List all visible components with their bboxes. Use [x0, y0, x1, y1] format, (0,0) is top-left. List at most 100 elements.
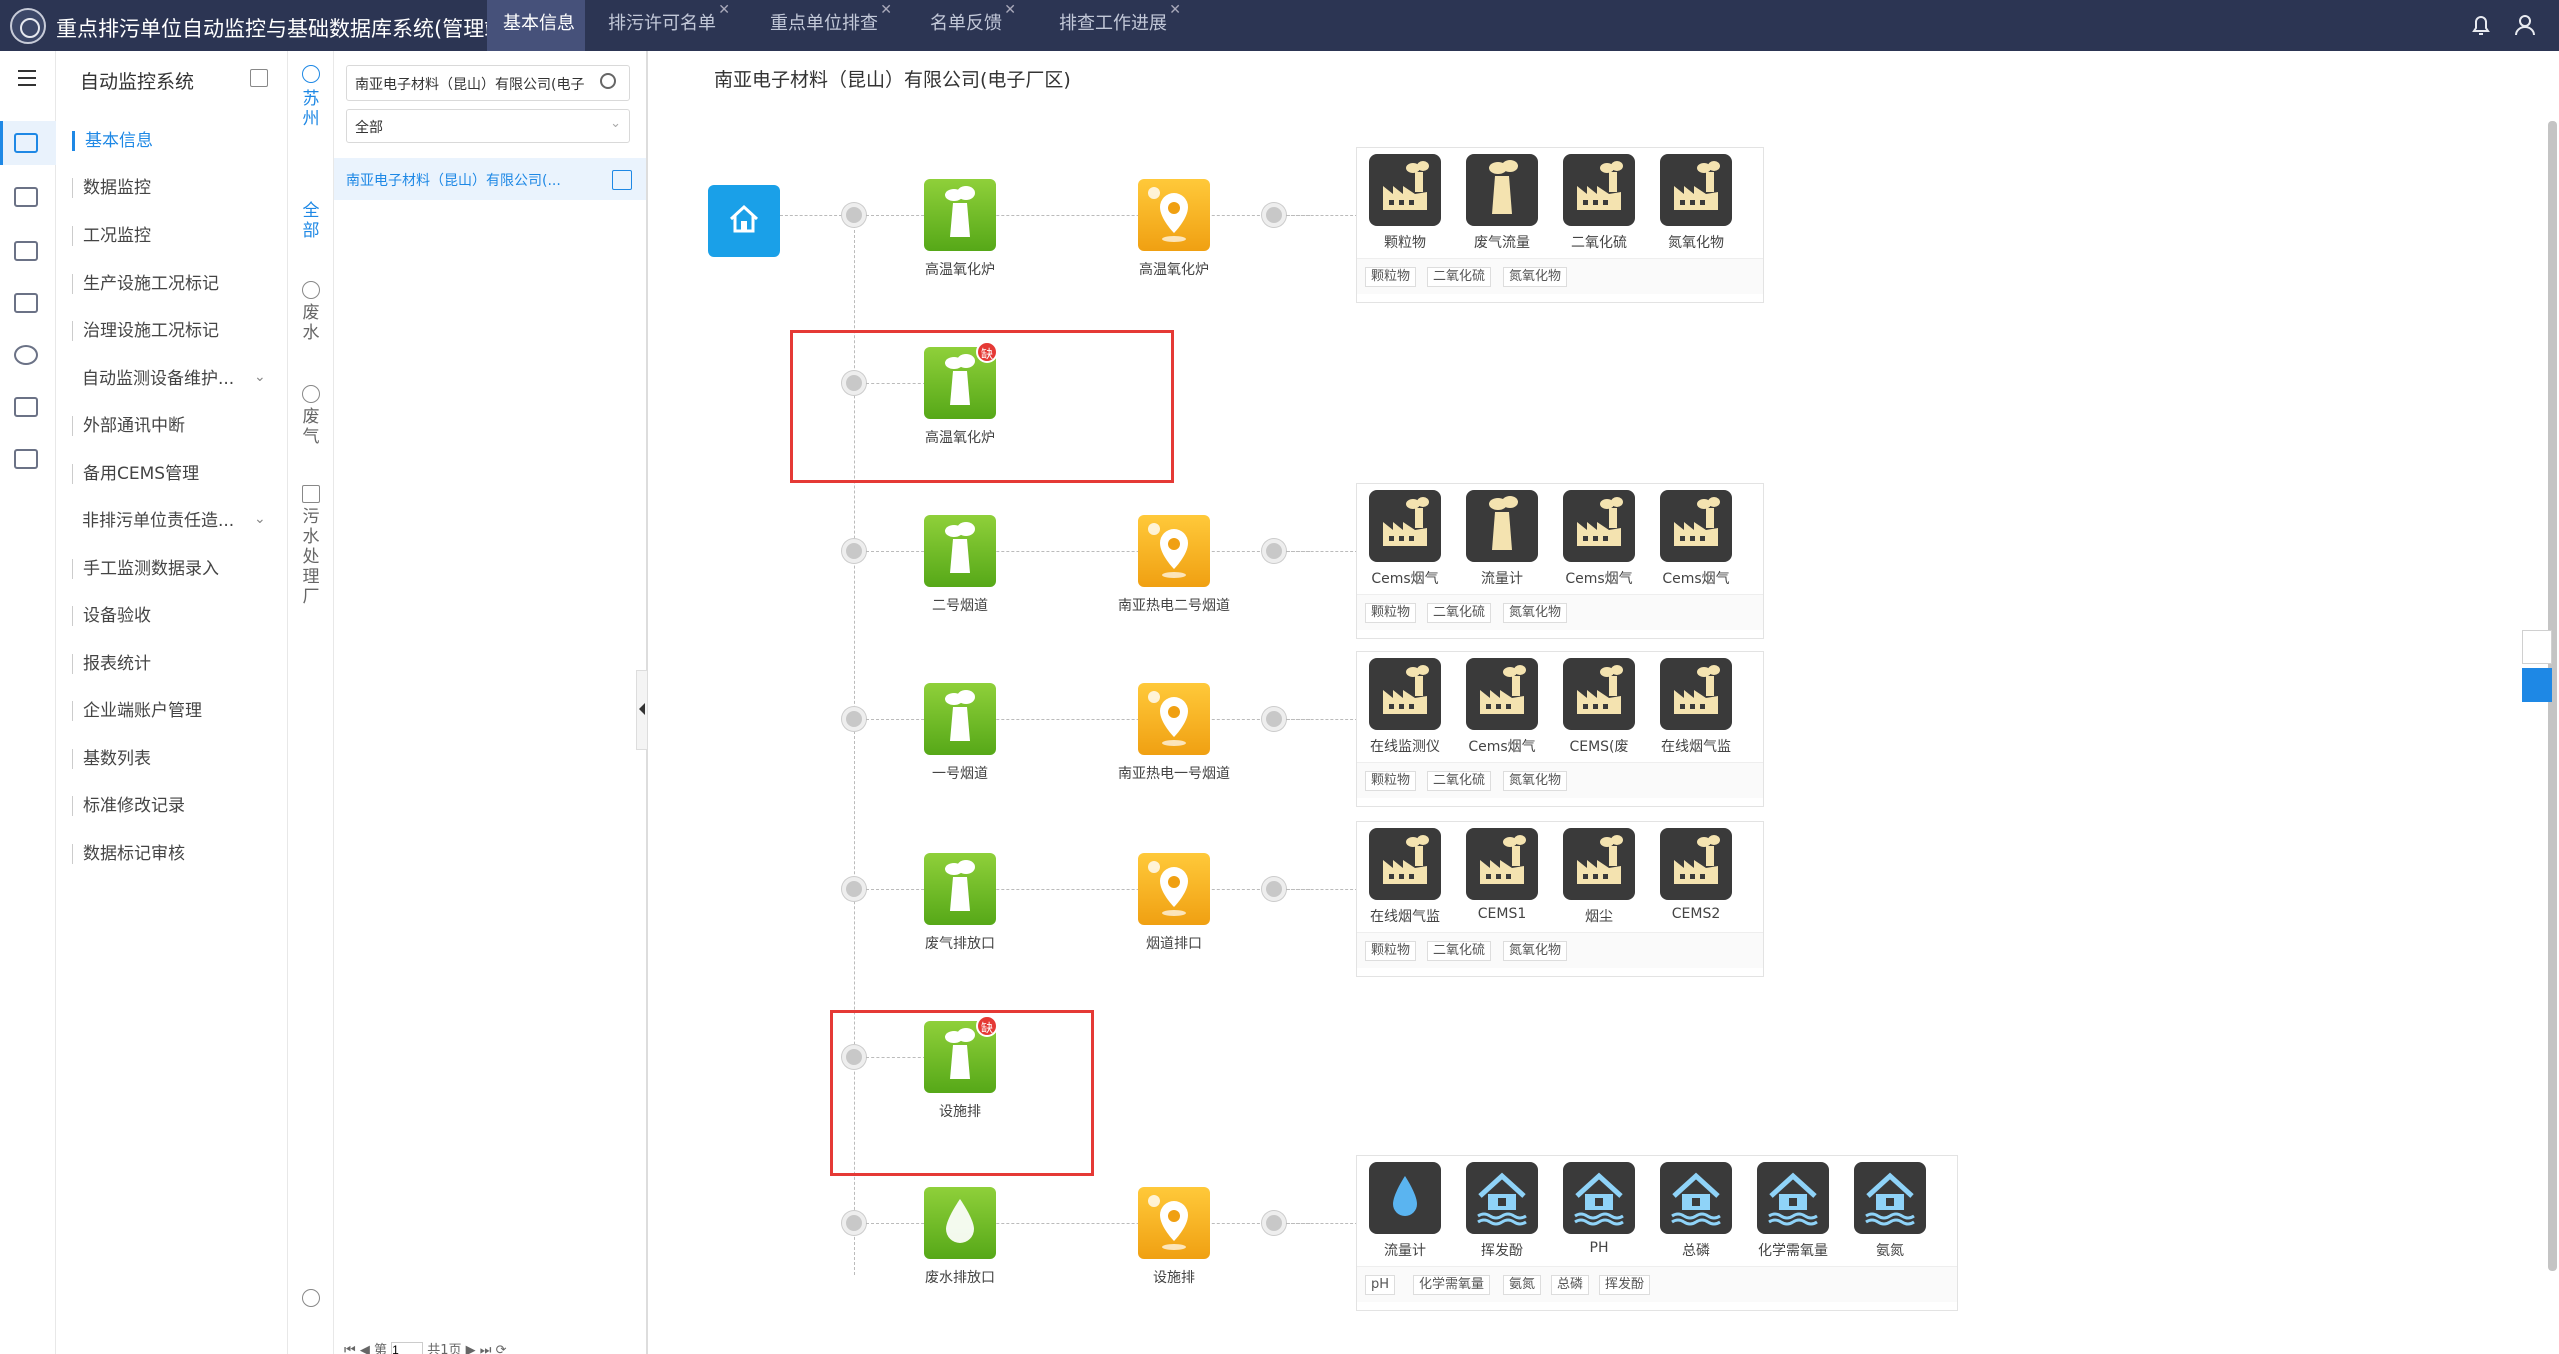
menu-item-base-list[interactable]: 基数列表 — [72, 749, 151, 769]
menu-item-condition-monitor[interactable]: 工况监控 — [72, 226, 151, 246]
grid-view-icon[interactable] — [2522, 668, 2552, 702]
outlet-node[interactable] — [1138, 853, 1210, 925]
close-icon[interactable]: ✕ — [880, 0, 892, 34]
flow-node-dot[interactable] — [842, 1211, 866, 1235]
page-input[interactable] — [391, 1342, 424, 1354]
factor-icon[interactable] — [1563, 490, 1635, 562]
factor-icon[interactable] — [1563, 658, 1635, 730]
menu-item-basic-info[interactable]: 基本信息 — [72, 131, 153, 151]
menu-item-data-monitor[interactable]: 数据监控 — [72, 178, 151, 198]
device-icon[interactable] — [14, 397, 38, 417]
flow-node-dot[interactable] — [842, 707, 866, 731]
flow-node-dot[interactable] — [842, 203, 866, 227]
menu-item-device-acceptance[interactable]: 设备验收 — [72, 606, 151, 626]
factor-icon[interactable] — [1466, 658, 1538, 730]
collapse-icon[interactable] — [250, 69, 268, 87]
outlet-node[interactable] — [1138, 179, 1210, 251]
region-city[interactable]: 苏州 — [302, 89, 320, 129]
collapse-splitter[interactable] — [636, 670, 648, 750]
filter-waste-gas[interactable]: 废气 — [302, 407, 320, 447]
menu-item-standard-changes[interactable]: 标准修改记录 — [72, 796, 185, 816]
settings-icon[interactable] — [14, 345, 38, 365]
factor-icon[interactable] — [1369, 154, 1441, 226]
flow-node-dot[interactable] — [1262, 877, 1286, 901]
flow-node-dot[interactable] — [842, 877, 866, 901]
filter-sewage-plant[interactable]: 污水处理厂 — [302, 507, 320, 607]
settings-icon[interactable] — [302, 1289, 320, 1307]
tab-basic-info[interactable]: 基本信息 — [487, 0, 585, 51]
list-item[interactable]: 南亚电子材料（昆山）有限公司(... — [334, 158, 646, 200]
factor-icon[interactable] — [1466, 1162, 1538, 1234]
factor-icon[interactable] — [1563, 154, 1635, 226]
outlet-node[interactable] — [1138, 683, 1210, 755]
location-icon — [302, 65, 320, 83]
top-bar: 重点排污单位自动监控与基础数据库系统(管理端) 基本信息 排污许可名单 ✕ 重点单… — [0, 0, 2559, 51]
filter-all[interactable]: 全部 — [302, 201, 320, 241]
menu-item-data-mark-review[interactable]: 数据标记审核 — [72, 844, 185, 864]
wastewater-source-node[interactable] — [924, 1187, 996, 1259]
tab-list-feedback[interactable]: 名单反馈 ✕ — [930, 0, 1016, 51]
factor-icon[interactable] — [1563, 828, 1635, 900]
enterprise-home-node[interactable] — [708, 185, 780, 257]
factor-icon[interactable] — [1369, 1162, 1441, 1234]
menu-item-account-management[interactable]: 企业端账户管理 — [72, 701, 202, 721]
factor-icon[interactable] — [1466, 828, 1538, 900]
type-select[interactable]: 全部 ⌄ — [346, 109, 630, 143]
factor-icon[interactable] — [1660, 154, 1732, 226]
menu-item-backup-cems[interactable]: 备用CEMS管理 — [72, 464, 199, 484]
factor-icon[interactable] — [1466, 154, 1538, 226]
flow-node-dot[interactable] — [1262, 1211, 1286, 1235]
filter-wastewater[interactable]: 废水 — [302, 303, 320, 343]
factor-icon[interactable] — [1466, 490, 1538, 562]
outlet-node[interactable] — [1138, 1187, 1210, 1259]
detail-icon[interactable] — [612, 170, 632, 190]
flow-node-dot[interactable] — [842, 539, 866, 563]
user-icon[interactable] — [2510, 10, 2540, 40]
close-icon[interactable]: ✕ — [718, 0, 730, 34]
search-doc-icon[interactable] — [14, 241, 38, 261]
tab-key-unit-check[interactable]: 重点单位排查 ✕ — [770, 0, 892, 51]
menu-item-non-unit-responsibility[interactable]: 非排污单位责任造... ⌄ — [72, 511, 266, 531]
factor-icon[interactable] — [1660, 490, 1732, 562]
factor-icon[interactable] — [1854, 1162, 1926, 1234]
factor-icon[interactable] — [1660, 828, 1732, 900]
chart-icon[interactable] — [14, 133, 38, 153]
search-icon[interactable] — [600, 73, 616, 89]
menu-item-report-stats[interactable]: 报表统计 — [72, 654, 151, 674]
menu-item-comm-interrupt[interactable]: 外部通讯中断 — [72, 416, 185, 436]
bell-icon[interactable] — [2466, 10, 2496, 40]
chimney-source-node[interactable] — [924, 853, 996, 925]
tab-permit-list[interactable]: 排污许可名单 ✕ — [608, 0, 730, 51]
chimney-source-node[interactable] — [924, 515, 996, 587]
menu-item-treatment-mark[interactable]: 治理设施工况标记 — [72, 321, 219, 341]
list-icon[interactable] — [14, 449, 38, 469]
menu-item-production-mark[interactable]: 生产设施工况标记 — [72, 274, 219, 294]
factor-icon[interactable] — [1660, 1162, 1732, 1234]
menu-item-device-maintenance[interactable]: 自动监测设备维护... ⌄ — [72, 369, 266, 389]
chimney-source-node[interactable] — [924, 179, 996, 251]
report-icon[interactable] — [14, 293, 38, 313]
close-icon[interactable]: ✕ — [1169, 0, 1181, 34]
factor-icon[interactable] — [1369, 658, 1441, 730]
source-label: 高温氧化炉 — [925, 262, 995, 278]
factor-icon[interactable] — [1563, 1162, 1635, 1234]
flow-node-dot[interactable] — [1262, 203, 1286, 227]
menu-toggle-icon[interactable] — [16, 67, 38, 89]
menu-item-manual-data-entry[interactable]: 手工监测数据录入 — [72, 559, 219, 579]
factor-icon[interactable] — [1660, 658, 1732, 730]
monitor-icon[interactable] — [14, 187, 38, 207]
factor-icon[interactable] — [1369, 828, 1441, 900]
list-view-icon[interactable] — [2522, 630, 2552, 664]
tab-check-progress[interactable]: 排查工作进展 ✕ — [1059, 0, 1181, 51]
close-icon[interactable]: ✕ — [1004, 0, 1016, 34]
pager: ⏮ ◀ 第 共1页 ▶ ⏭ ⟳ — [344, 1339, 507, 1354]
factor-icon[interactable] — [1369, 490, 1441, 562]
flow-node-dot[interactable] — [1262, 539, 1286, 563]
flow-connector — [1286, 1223, 1358, 1224]
pollutant-tag: 氮氧化物 — [1503, 771, 1568, 791]
factor-icon[interactable] — [1757, 1162, 1829, 1234]
flow-node-dot[interactable] — [1262, 707, 1286, 731]
outlet-node[interactable] — [1138, 515, 1210, 587]
chimney-source-node[interactable] — [924, 683, 996, 755]
search-input[interactable]: 南亚电子材料（昆山）有限公司(电子 — [346, 65, 630, 101]
